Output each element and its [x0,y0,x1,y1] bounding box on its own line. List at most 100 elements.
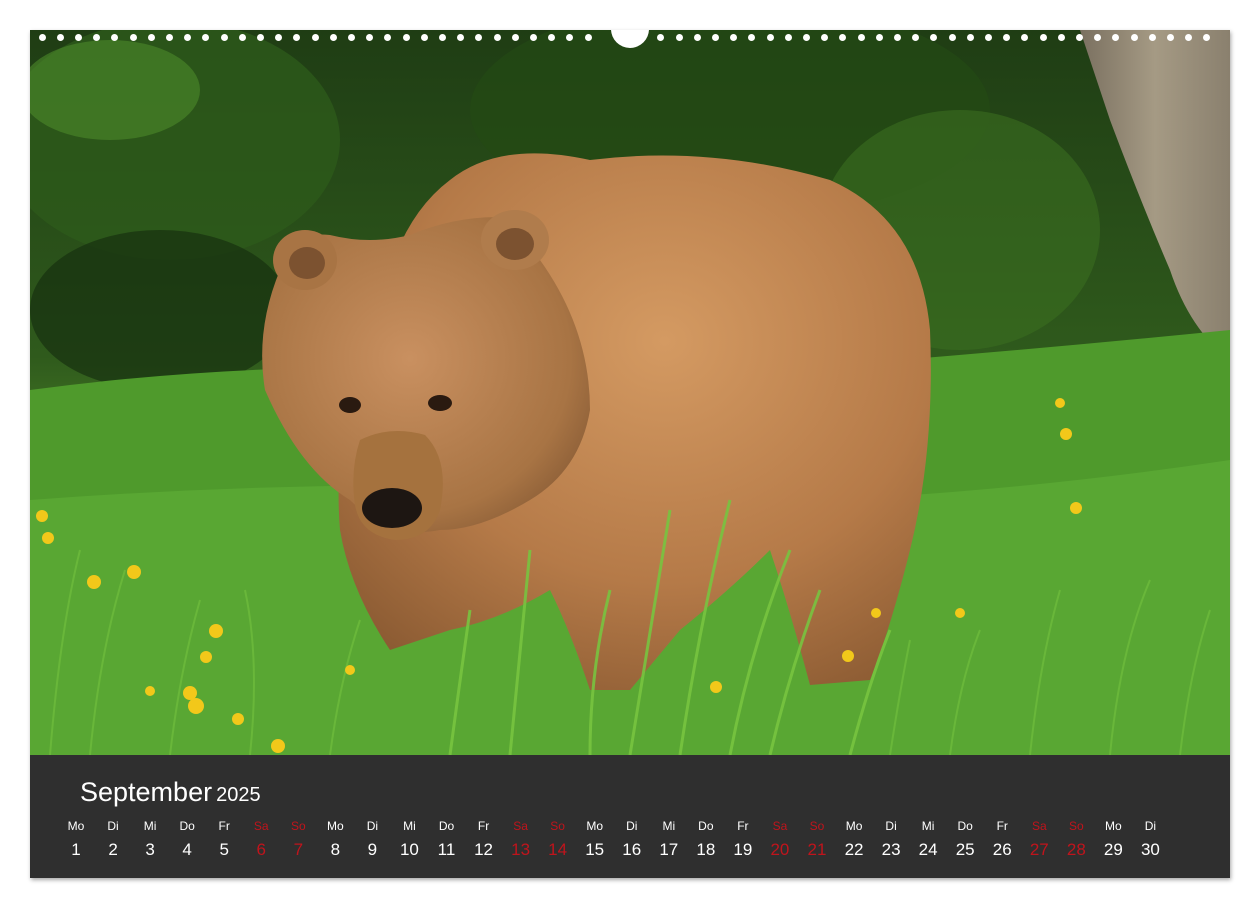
binding-hole [657,34,665,41]
weekday-label: Mo [327,819,344,833]
day-number: 8 [330,840,341,859]
weekday-label: Sa [772,819,788,833]
binding-hole [693,34,701,41]
weekday-label: Di [1144,819,1157,833]
day-number: 3 [145,840,155,859]
binding-hole [584,34,592,41]
binding-hole [111,34,119,41]
day-number: 17 [659,840,679,859]
binding-hole [857,34,865,41]
day-number: 2 [108,840,118,859]
binding-hole [548,34,556,41]
binding-hole [38,34,46,41]
weekday-label: Di [107,819,119,833]
binding-hole [730,34,738,41]
weekday-label: So [809,819,825,833]
weekday-label: Do [179,819,195,833]
weekday-label: So [550,819,565,833]
day-number: 7 [293,840,304,859]
day-number: 11 [437,840,456,859]
day-number: 21 [807,840,827,859]
weekday-label: Mo [67,819,85,833]
binding-hole [238,34,246,41]
binding-hole [74,34,82,41]
day-number: 1 [71,840,81,859]
binding-hole [366,34,374,41]
weekday-label: Fr [218,819,230,833]
binding-hole [1075,34,1083,41]
weekday-label: Di [885,819,897,833]
binding-hole [220,34,228,41]
binding-hole [1057,34,1065,41]
day-number: 27 [1029,840,1049,859]
binding-hole [438,34,446,41]
weekday-label: Mo [845,819,863,833]
weekday-label: Di [626,819,638,833]
weekday-label: Fr [477,819,490,833]
day-number: 22 [844,840,864,859]
weekday-label: Di [366,819,379,833]
binding-hole [402,34,410,41]
binding-hole [129,34,137,41]
binding-hole [802,34,810,41]
binding-hole [875,34,883,41]
binding-hole [256,34,264,41]
binding-hole [675,34,683,41]
binding-hole [948,34,956,41]
weekday-label: Sa [253,819,269,833]
binding-hole [329,34,337,41]
binding-hole [1203,34,1211,41]
binding-hole [420,34,428,41]
binding-hole [984,34,992,41]
binding-hole [165,34,173,41]
binding-hole [457,34,465,41]
weekday-label: Fr [737,819,749,833]
binding-hole [475,34,483,41]
day-number: 19 [733,840,753,859]
weekday-label: Mi [403,819,416,833]
brown-bear-photo [30,30,1230,755]
binding-hole [184,34,192,41]
weekday-label: Sa [513,819,528,833]
day-number: 28 [1066,840,1086,859]
binding-hole [1003,34,1011,41]
weekday-label: Mo [1105,819,1122,833]
year-label: 2025 [216,784,261,806]
binding-hole [1039,34,1047,41]
calendar-strip: September 2025 Mo 1 Di 2 Mi 3 Do 4 Fr 5 Sa 6 So 7 Mo 8 Di… [30,755,1230,878]
binding-hole [93,34,101,41]
binding-hole [784,34,792,41]
binding-hole [912,34,920,41]
day-number: 29 [1103,840,1123,859]
weekday-label: Sa [1031,819,1047,833]
binding-hole [821,34,829,41]
binding-hole [1021,34,1029,41]
weekday-label: Mi [662,819,676,833]
binding-hole [839,34,847,41]
day-number: 4 [182,840,192,859]
binding-hole [766,34,774,41]
calendar-page: September 2025 Mo 1 Di 2 Mi 3 Do 4 Fr 5 Sa 6 So 7 Mo 8 Di… [30,30,1230,878]
binding-hole [384,34,392,41]
day-number: 13 [511,840,531,859]
month-name: September [80,777,213,807]
day-number: 25 [955,840,975,859]
weekday-label: So [290,819,306,833]
binding-hole [511,34,519,41]
binding-hole [347,34,355,41]
binding-hole [1148,34,1156,41]
binding-hole [147,34,155,41]
binding-hole [293,34,301,41]
day-number: 14 [548,840,568,859]
day-number: 9 [367,840,378,859]
weekday-label: Mi [143,819,157,833]
binding-hole [711,34,719,41]
day-number: 20 [770,840,790,859]
binding-hole [966,34,974,41]
binding-hole [930,34,938,41]
binding-hole [566,34,574,41]
day-number: 26 [992,840,1012,859]
day-number: 10 [399,840,419,859]
binding-hole [1112,34,1120,41]
weekday-label: Do [957,819,973,833]
